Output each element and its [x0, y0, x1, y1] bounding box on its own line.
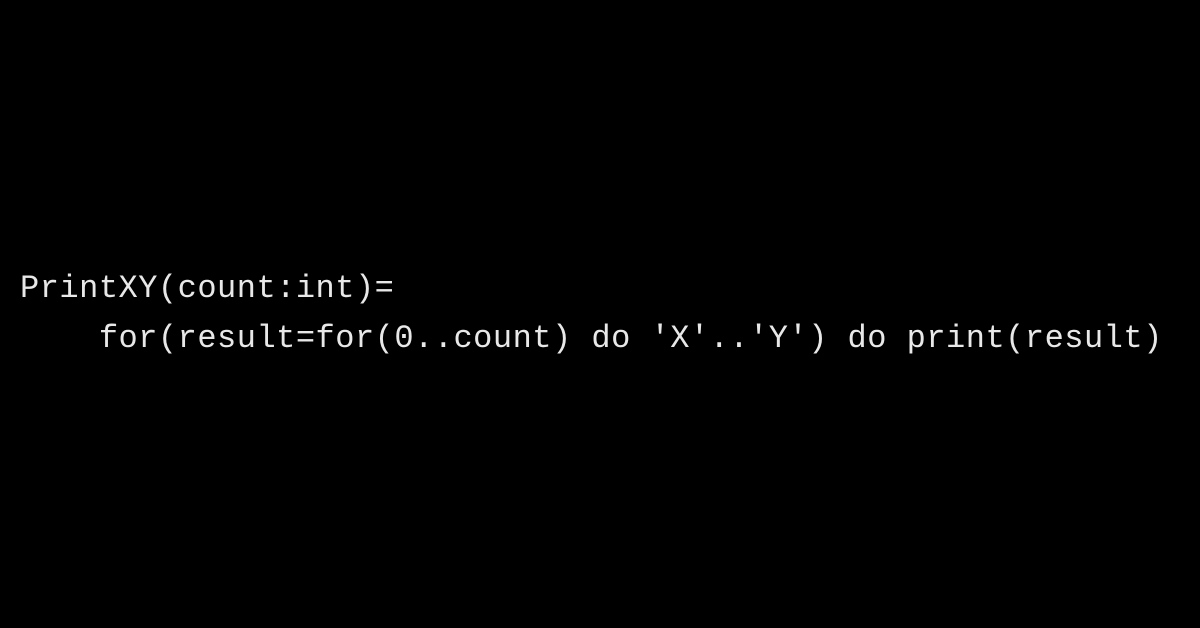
code-block: PrintXY(count:int)= for(result=for(0..co…	[0, 264, 1163, 363]
code-line-2: for(result=for(0..count) do 'X'..'Y') do…	[20, 320, 1163, 357]
code-line-1: PrintXY(count:int)=	[20, 270, 394, 307]
